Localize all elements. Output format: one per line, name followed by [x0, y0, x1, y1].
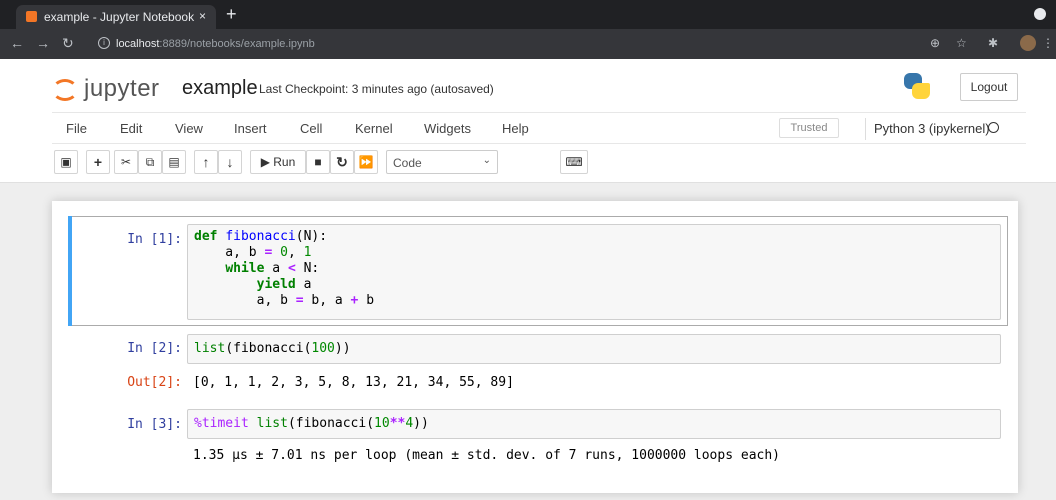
- cell-type-select[interactable]: Code ⌄: [386, 150, 498, 174]
- move-down-icon[interactable]: ↓: [218, 150, 242, 174]
- checkpoint-status: Last Checkpoint: 3 minutes ago (autosave…: [259, 82, 494, 96]
- python-logo-icon: [902, 71, 932, 101]
- menu-bar: File Edit View Insert Cell Kernel Widget…: [52, 112, 1026, 144]
- command-palette-icon[interactable]: ⌨: [560, 150, 588, 174]
- menu-cell[interactable]: Cell: [300, 121, 322, 136]
- code-text: def fibonacci(N): a, b = 0, 1 while a < …: [194, 229, 375, 308]
- menu-edit[interactable]: Edit: [120, 121, 142, 136]
- jupyter-wordmark: jupyter: [84, 75, 160, 102]
- insert-cell-icon[interactable]: +: [86, 150, 110, 174]
- menu-file[interactable]: File: [66, 121, 87, 136]
- kernel-name[interactable]: Python 3 (ipykernel): [874, 121, 990, 136]
- interrupt-icon[interactable]: ■: [306, 150, 330, 174]
- menu-widgets[interactable]: Widgets: [424, 121, 471, 136]
- jupyter-ring-icon: [52, 79, 78, 101]
- cut-icon[interactable]: ✂: [114, 150, 138, 174]
- back-icon[interactable]: ←: [10, 36, 24, 50]
- info-icon[interactable]: i: [98, 37, 110, 49]
- profile-status-icon[interactable]: [1034, 8, 1046, 20]
- address-bar[interactable]: i localhost:8889/notebooks/example.ipynb: [98, 34, 978, 54]
- copy-icon[interactable]: ⧉: [138, 150, 162, 174]
- kernel-idle-icon: [988, 122, 999, 133]
- restart-run-all-icon[interactable]: ⏩: [354, 150, 378, 174]
- save-icon[interactable]: ▣: [54, 150, 78, 174]
- browser-tab[interactable]: example - Jupyter Notebook ×: [16, 5, 216, 29]
- notebook-toolbar: ▣ + ✂ ⧉ ▤ ↑ ↓ ▶ Run ■ ↻ ⏩ Code ⌄ ⌨: [52, 148, 1026, 176]
- logout-button[interactable]: Logout: [960, 73, 1018, 101]
- input-prompt: In [2]:: [127, 341, 182, 356]
- tab-close-icon[interactable]: ×: [199, 9, 206, 23]
- menu-view[interactable]: View: [175, 121, 203, 136]
- url-text[interactable]: localhost:8889/notebooks/example.ipynb: [116, 38, 315, 50]
- restart-icon[interactable]: ↻: [330, 150, 354, 174]
- run-button[interactable]: ▶ Run: [250, 150, 306, 174]
- star-icon[interactable]: ☆: [956, 37, 967, 49]
- notebook-header: jupyter example Last Checkpoint: 3 minut…: [0, 59, 1056, 183]
- forward-icon[interactable]: →: [36, 36, 50, 50]
- cell-output: 1.35 µs ± 7.01 ns per loop (mean ± std. …: [193, 448, 780, 463]
- code-input[interactable]: list(fibonacci(100)): [187, 334, 1001, 364]
- reload-icon[interactable]: ↻: [62, 36, 74, 50]
- trusted-badge[interactable]: Trusted: [779, 118, 839, 138]
- paste-icon[interactable]: ▤: [162, 150, 186, 174]
- input-prompt: In [3]:: [127, 417, 182, 432]
- code-input[interactable]: %timeit list(fibonacci(10**4)): [187, 409, 1001, 439]
- code-input[interactable]: def fibonacci(N): a, b = 0, 1 while a < …: [187, 224, 1001, 320]
- cell-type-value: Code: [393, 156, 422, 170]
- menu-insert[interactable]: Insert: [234, 121, 267, 136]
- cell-output: [0, 1, 1, 2, 3, 5, 8, 13, 21, 34, 55, 89…: [193, 375, 514, 390]
- notebook-name[interactable]: example: [182, 77, 258, 100]
- jupyter-favicon-icon: [26, 11, 37, 22]
- menu-icon[interactable]: ⋮: [1042, 37, 1054, 49]
- browser-titlebar: example - Jupyter Notebook × +: [0, 0, 1056, 29]
- output-prompt: Out[2]:: [127, 375, 182, 390]
- avatar[interactable]: [1020, 35, 1036, 51]
- new-tab-button[interactable]: +: [226, 5, 237, 23]
- jupyter-logo[interactable]: jupyter: [52, 75, 192, 103]
- code-text: list(fibonacci(100)): [194, 341, 351, 356]
- divider: [865, 118, 866, 140]
- zoom-icon[interactable]: ⊕: [930, 37, 940, 49]
- extensions-icon[interactable]: ✱: [988, 37, 998, 49]
- input-prompt: In [1]:: [127, 232, 182, 247]
- move-up-icon[interactable]: ↑: [194, 150, 218, 174]
- menu-help[interactable]: Help: [502, 121, 529, 136]
- tab-title: example - Jupyter Notebook: [44, 10, 195, 24]
- code-text: %timeit list(fibonacci(10**4)): [194, 416, 429, 431]
- menu-kernel[interactable]: Kernel: [355, 121, 393, 136]
- chevron-down-icon: ⌄: [482, 155, 491, 166]
- browser-toolbar: ← → ↻ i localhost:8889/notebooks/example…: [0, 29, 1056, 59]
